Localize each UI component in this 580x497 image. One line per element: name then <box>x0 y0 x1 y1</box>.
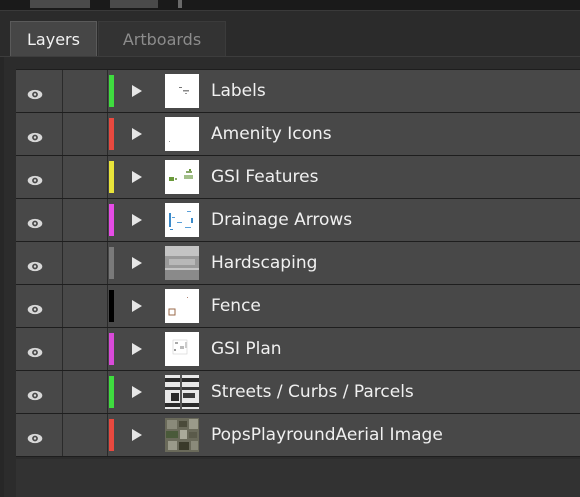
eye-icon[interactable] <box>27 343 43 358</box>
layer-row[interactable]: PopsPlayroundAerial Image <box>16 414 580 457</box>
tab-layers[interactable]: Layers <box>10 21 97 56</box>
visibility-toggle[interactable] <box>16 70 63 112</box>
top-strip <box>0 0 580 11</box>
disclosure-triangle-icon[interactable] <box>132 85 142 97</box>
visibility-toggle[interactable] <box>16 156 63 198</box>
eye-icon[interactable] <box>27 85 43 100</box>
eye-icon[interactable] <box>27 214 43 229</box>
layer-color-swatch <box>109 75 114 107</box>
layer-row[interactable]: Drainage Arrows <box>16 199 580 242</box>
eye-icon[interactable] <box>27 257 43 272</box>
layer-thumbnail <box>165 246 199 280</box>
eye-icon[interactable] <box>27 386 43 401</box>
layer-thumbnail <box>165 289 199 323</box>
layer-color-swatch <box>109 419 114 451</box>
layer-color-swatch <box>109 247 114 279</box>
tab-artboards[interactable]: Artboards <box>98 21 226 56</box>
eye-icon[interactable] <box>27 171 43 186</box>
visibility-toggle[interactable] <box>16 328 63 370</box>
lock-toggle[interactable] <box>63 328 108 370</box>
eye-icon[interactable] <box>27 300 43 315</box>
lock-toggle[interactable] <box>63 371 108 413</box>
disclosure-triangle-icon[interactable] <box>132 343 142 355</box>
layer-row[interactable]: GSI Plan <box>16 328 580 371</box>
layer-thumbnail <box>165 117 199 151</box>
top-strip-divider <box>178 0 182 8</box>
lock-toggle[interactable] <box>63 414 108 456</box>
disclosure-triangle-icon[interactable] <box>132 386 142 398</box>
lock-toggle[interactable] <box>63 285 108 327</box>
layer-name[interactable]: PopsPlayroundAerial Image <box>211 414 443 456</box>
layer-name[interactable]: Streets / Curbs / Parcels <box>211 371 414 413</box>
layer-name[interactable]: Hardscaping <box>211 242 317 284</box>
layer-name[interactable]: Labels <box>211 70 266 112</box>
disclosure-triangle-icon[interactable] <box>132 128 142 140</box>
layer-thumbnail <box>165 375 199 409</box>
layer-row[interactable]: Labels <box>16 70 580 113</box>
eye-icon[interactable] <box>27 128 43 143</box>
layer-name[interactable]: GSI Features <box>211 156 318 198</box>
top-strip-segment <box>30 0 90 8</box>
visibility-toggle[interactable] <box>16 285 63 327</box>
layer-color-swatch <box>109 161 114 193</box>
disclosure-triangle-icon[interactable] <box>132 257 142 269</box>
layer-color-swatch <box>109 204 114 236</box>
lock-toggle[interactable] <box>63 70 108 112</box>
layer-list: Labels Amenity Icons GSI Features Drainage … <box>16 69 580 457</box>
layer-row[interactable]: GSI Features <box>16 156 580 199</box>
visibility-toggle[interactable] <box>16 242 63 284</box>
layer-name[interactable]: GSI Plan <box>211 328 282 370</box>
layers-panel-window: Layers Artboards Labels Amenity Icons GSI … <box>0 0 580 497</box>
layer-thumbnail <box>165 203 199 237</box>
layer-thumbnail <box>165 418 199 452</box>
layer-thumbnail <box>165 332 199 366</box>
panel-empty-area <box>16 459 580 497</box>
lock-toggle[interactable] <box>63 156 108 198</box>
layer-name[interactable]: Drainage Arrows <box>211 199 352 241</box>
layer-color-swatch <box>109 118 114 150</box>
layer-row[interactable]: Amenity Icons <box>16 113 580 156</box>
panel-tab-bar: Layers Artboards <box>0 11 580 57</box>
top-strip-segment <box>110 0 158 8</box>
disclosure-triangle-icon[interactable] <box>132 429 142 441</box>
layer-color-swatch <box>109 333 114 365</box>
layer-name[interactable]: Fence <box>211 285 261 327</box>
visibility-toggle[interactable] <box>16 414 63 456</box>
layer-color-swatch <box>109 376 114 408</box>
layer-name[interactable]: Amenity Icons <box>211 113 332 155</box>
visibility-toggle[interactable] <box>16 113 63 155</box>
layer-thumbnail <box>165 74 199 108</box>
layer-row[interactable]: Hardscaping <box>16 242 580 285</box>
layer-row[interactable]: Fence <box>16 285 580 328</box>
layers-panel: Labels Amenity Icons GSI Features Drainage … <box>4 57 580 497</box>
disclosure-triangle-icon[interactable] <box>132 171 142 183</box>
disclosure-triangle-icon[interactable] <box>132 300 142 312</box>
layer-row[interactable]: Streets / Curbs / Parcels <box>16 371 580 414</box>
eye-icon[interactable] <box>27 429 43 444</box>
layer-thumbnail <box>165 160 199 194</box>
visibility-toggle[interactable] <box>16 371 63 413</box>
disclosure-triangle-icon[interactable] <box>132 214 142 226</box>
lock-toggle[interactable] <box>63 242 108 284</box>
layer-color-swatch <box>109 290 114 322</box>
visibility-toggle[interactable] <box>16 199 63 241</box>
lock-toggle[interactable] <box>63 113 108 155</box>
lock-toggle[interactable] <box>63 199 108 241</box>
